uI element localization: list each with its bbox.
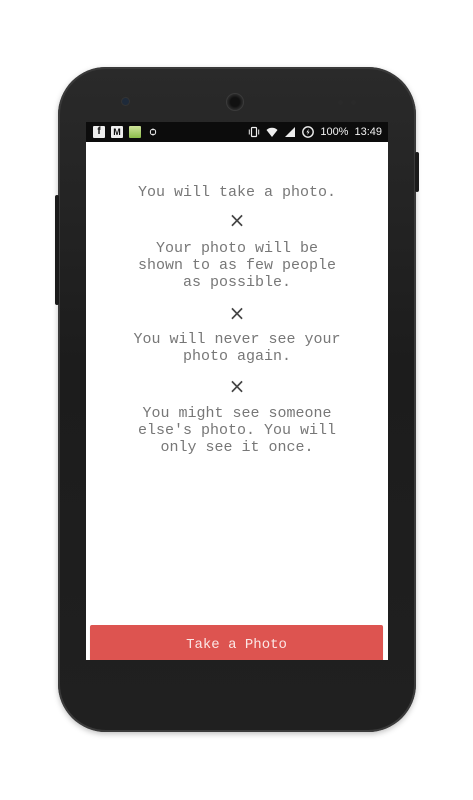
rules-panel: You will take a photo. × Your photo will… <box>86 142 388 660</box>
separator-x-icon: × <box>228 374 246 398</box>
power-button <box>415 152 419 192</box>
rule-text-3: You will never see your photo again. <box>133 331 341 365</box>
rule-text-2: Your photo will be shown to as few peopl… <box>137 240 337 291</box>
proximity-sensor <box>338 100 343 105</box>
gmail-icon: M <box>111 126 123 138</box>
data-saver-icon <box>302 126 315 138</box>
gallery-icon <box>129 126 141 138</box>
battery-percent: 100% <box>320 126 349 138</box>
owl-icon: ѻ <box>149 126 157 138</box>
volume-button <box>55 195 59 305</box>
status-bar: f M ѻ 100% 13:49 <box>86 122 388 142</box>
wifi-icon <box>266 127 278 137</box>
status-time: 13:49 <box>354 126 382 138</box>
light-sensor <box>351 100 356 105</box>
separator-x-icon: × <box>228 301 246 325</box>
rule-text-1: You will take a photo. <box>137 184 337 201</box>
separator-x-icon: × <box>228 208 246 232</box>
vibrate-icon <box>249 126 260 138</box>
earpiece-speaker <box>227 94 243 110</box>
facebook-icon: f <box>93 126 105 138</box>
take-photo-button[interactable]: Take a Photo <box>90 625 383 660</box>
rule-text-4: You might see someone else's photo. You … <box>137 405 337 456</box>
screen: f M ѻ 100% 13:49 You will take a photo. … <box>86 122 388 660</box>
signal-icon <box>285 127 296 137</box>
front-camera-icon <box>122 98 129 105</box>
